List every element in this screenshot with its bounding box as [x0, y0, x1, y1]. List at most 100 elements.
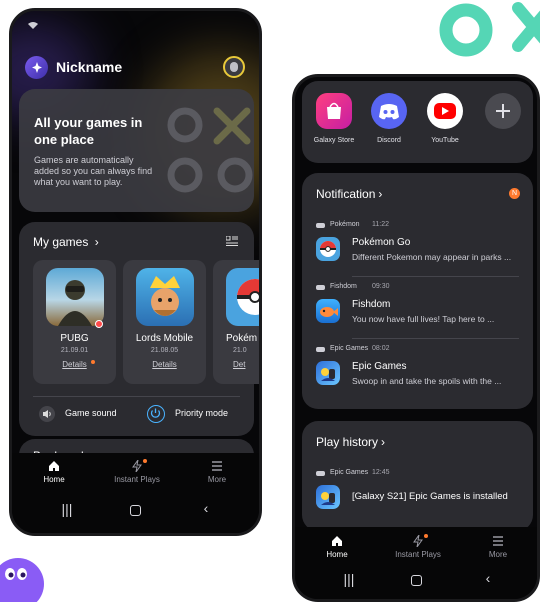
lightning-icon — [413, 535, 423, 547]
hero-desc-line1: Games are automatically — [34, 155, 134, 165]
bottom-navigation: Home Instant Plays More ||| ‹ — [12, 453, 259, 533]
nav-home[interactable]: Home — [24, 460, 84, 484]
game-tile-lords-mobile[interactable]: Lords Mobile 21.08.05 Details — [123, 260, 206, 384]
notification-item-body: Swoop in and take the spoils with the ..… — [352, 376, 502, 386]
notification-item-title: Fishdom — [352, 299, 391, 310]
discord-icon — [371, 93, 407, 129]
app-label: YouTube — [431, 137, 459, 144]
lords-mobile-game-icon — [136, 268, 194, 326]
mascot-icon — [0, 558, 44, 602]
back-button[interactable]: ‹ — [196, 500, 216, 516]
hero-card: All your games in one place Games are au… — [19, 89, 254, 212]
decor-o-mint — [439, 3, 493, 57]
pokemon-game-icon — [226, 268, 259, 326]
nav-home[interactable]: Home — [307, 535, 367, 559]
fishdom-app-icon — [316, 299, 340, 323]
decor-x-mint — [512, 2, 540, 52]
app-youtube[interactable]: YouTube — [419, 93, 471, 155]
notification-item-title: Epic Games — [352, 361, 407, 372]
lightning-icon — [132, 460, 142, 472]
game-sound-label: Game sound — [65, 408, 117, 418]
play-history-item[interactable]: Epic Games 12:45 [Galaxy S21] Epic Games… — [316, 469, 524, 517]
game-name: Lords Mobile — [135, 333, 194, 344]
gamepad-icon — [316, 285, 325, 290]
play-history-title[interactable]: Play history › — [316, 435, 385, 449]
plus-icon — [496, 104, 510, 118]
notification-source: Pokémon — [330, 221, 360, 228]
gamepad-icon — [316, 223, 325, 228]
game-date: 21.09.01 — [60, 347, 89, 354]
home-icon — [332, 536, 342, 546]
youtube-icon — [427, 93, 463, 129]
gamepad-icon — [316, 347, 325, 352]
hero-desc-line2: added so you can always find — [34, 166, 153, 176]
divider — [352, 338, 519, 339]
list-sort-icon[interactable] — [226, 236, 238, 246]
pubg-game-icon — [46, 268, 104, 326]
notification-item-body: You now have full lives! Tap here to ... — [352, 314, 495, 324]
ox-decor-icon — [167, 107, 253, 193]
notification-badge: N — [509, 188, 520, 199]
priority-mode-label: Priority mode — [175, 408, 229, 418]
game-name: PUBG — [60, 333, 89, 344]
notification-item-body: Different Pokemon may appear in parks ..… — [352, 252, 512, 262]
nav-instant-plays[interactable]: Instant Plays — [107, 460, 167, 484]
home-icon — [49, 461, 59, 471]
level-badge-icon[interactable] — [223, 56, 245, 78]
add-app-button[interactable] — [485, 93, 521, 129]
nav-more[interactable]: More — [187, 460, 247, 484]
hero-title-line2: one place — [34, 132, 94, 147]
recent-apps-button[interactable]: ||| — [339, 571, 359, 587]
notification-item[interactable]: Pokémon 11:22 Pokémon Go Different Pokem… — [316, 221, 524, 273]
notification-item-title: Pokémon Go — [352, 237, 411, 248]
divider — [33, 396, 240, 397]
game-tile-pubg[interactable]: PUBG 21.09.01 Details — [33, 260, 116, 384]
hero-desc-line3: what you want to play. — [34, 177, 123, 187]
game-date: 21.08.05 — [150, 347, 179, 354]
play-history-card: Play history › Epic Games 12:45 [Galaxy S… — [302, 421, 533, 531]
status-dot — [95, 320, 103, 328]
notification-item[interactable]: Epic Games 08:02 Epic Games Swoop in and… — [316, 345, 524, 397]
galaxy-store-icon — [316, 93, 352, 129]
notification-time: 11:22 — [372, 221, 389, 228]
details-link[interactable]: Details — [123, 360, 206, 369]
hero-title-line1: All your games in — [34, 115, 143, 130]
recent-apps-button[interactable]: ||| — [57, 501, 77, 517]
my-games-title[interactable]: My games › — [33, 235, 99, 249]
app-discord[interactable]: Discord — [363, 93, 415, 155]
bottom-navigation: Home Instant Plays More ||| ‹ — [295, 527, 537, 599]
chevron-right-icon: › — [378, 187, 383, 201]
app-label: Discord — [377, 137, 401, 144]
my-games-card: My games › PUBG 21.09.01 Details Lords M… — [19, 222, 259, 436]
chevron-right-icon: › — [94, 235, 99, 249]
sparkle-icon — [32, 62, 42, 73]
details-link[interactable]: Details — [33, 360, 116, 369]
pokemon-app-icon — [316, 237, 340, 261]
nav-instant-plays[interactable]: Instant Plays — [388, 535, 448, 559]
nav-more[interactable]: More — [468, 535, 528, 559]
home-button[interactable] — [130, 505, 141, 516]
epic-games-app-icon — [316, 485, 340, 509]
notification-item[interactable]: Fishdom 09:30 Fishdom You now have full … — [316, 283, 524, 335]
details-link[interactable]: Det — [233, 360, 245, 369]
history-time: 12:45 — [372, 469, 390, 476]
new-dot — [91, 360, 95, 364]
game-tile-pokemon[interactable]: Pokém 21.0 Det — [213, 260, 259, 384]
phone-game-launcher-home: Nickname All your games in one place Gam… — [9, 8, 262, 536]
back-button[interactable]: ‹ — [478, 570, 498, 586]
profile-name[interactable]: Nickname — [56, 59, 122, 75]
wifi-icon — [28, 22, 38, 29]
game-sound-toggle[interactable]: Game sound — [39, 404, 149, 424]
priority-mode-toggle[interactable]: Priority mode — [147, 404, 257, 424]
home-button[interactable] — [411, 575, 422, 586]
notification-card: Notification › N Pokémon 11:22 Pokémon Go… — [302, 173, 533, 409]
notification-time: 08:02 — [372, 345, 390, 352]
menu-icon — [493, 536, 503, 546]
game-name: Pokém — [226, 333, 258, 344]
notification-title[interactable]: Notification › — [316, 187, 382, 201]
app-galaxy-store[interactable]: Galaxy Store — [308, 93, 360, 155]
avatar[interactable] — [25, 56, 48, 79]
app-label: Galaxy Store — [313, 137, 355, 144]
menu-icon — [212, 461, 222, 471]
notification-source: Fishdom — [330, 283, 357, 290]
